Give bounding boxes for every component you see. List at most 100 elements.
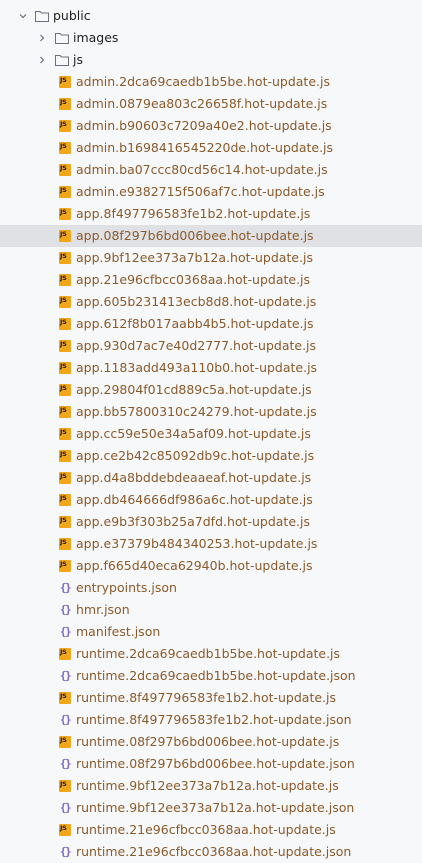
file-label: app.1183add493a110b0.hot-update.js (76, 360, 318, 375)
tree-file-row[interactable]: app.d4a8bddebdeaaeaf.hot-update.js (0, 467, 422, 489)
tree-file-row[interactable]: runtime.2dca69caedb1b5be.hot-update.js (0, 643, 422, 665)
tree-file-row[interactable]: admin.0879ea803c26658f.hot-update.js (0, 93, 422, 115)
file-label: admin.e9382715f506af7c.hot-update.js (76, 184, 325, 199)
file-label: runtime.9bf12ee373a7b12a.hot-update.json (76, 800, 355, 815)
tree-file-row[interactable]: app.930d7ac7e40d2777.hot-update.js (0, 335, 422, 357)
js-file-icon (57, 448, 73, 464)
project-tree: public images js admin.2dca69caedb1b5be.… (0, 5, 422, 863)
chevron-right-icon[interactable] (36, 27, 48, 49)
js-file-icon (57, 228, 73, 244)
file-label: runtime.2dca69caedb1b5be.hot-update.json (76, 668, 356, 683)
file-label: app.08f297b6bd006bee.hot-update.js (76, 228, 314, 243)
file-label: runtime.8f497796583fe1b2.hot-update.js (76, 690, 337, 705)
folder-label: images (73, 30, 119, 45)
json-file-icon: {} (59, 625, 72, 638)
chevron-down-icon[interactable] (17, 5, 29, 27)
tree-file-row[interactable]: app.cc59e50e34a5af09.hot-update.js (0, 423, 422, 445)
file-label: app.9bf12ee373a7b12a.hot-update.js (76, 250, 314, 265)
file-label: hmr.json (76, 602, 130, 617)
js-file-icon (57, 74, 73, 90)
tree-file-row[interactable]: admin.b1698416545220de.hot-update.js (0, 137, 422, 159)
js-file-icon (57, 96, 73, 112)
json-file-icon: {} (59, 669, 72, 682)
tree-file-row[interactable]: admin.b90603c7209a40e2.hot-update.js (0, 115, 422, 137)
tree-file-row[interactable]: app.e37379b484340253.hot-update.js (0, 533, 422, 555)
tree-file-row[interactable]: app.1183add493a110b0.hot-update.js (0, 357, 422, 379)
json-file-icon: {} (59, 713, 72, 726)
js-file-icon (57, 822, 73, 838)
file-label: app.612f8b017aabb4b5.hot-update.js (76, 316, 314, 331)
json-file-icon: {} (59, 581, 72, 594)
tree-file-row[interactable]: app.bb57800310c24279.hot-update.js (0, 401, 422, 423)
tree-file-row[interactable]: admin.e9382715f506af7c.hot-update.js (0, 181, 422, 203)
tree-file-row[interactable]: app.ce2b42c85092db9c.hot-update.js (0, 445, 422, 467)
json-file-icon: {} (59, 801, 72, 814)
js-file-icon (57, 426, 73, 442)
tree-file-row[interactable]: {} entrypoints.json (0, 577, 422, 599)
tree-file-row[interactable]: admin.2dca69caedb1b5be.hot-update.js (0, 71, 422, 93)
tree-file-row[interactable]: {} manifest.json (0, 621, 422, 643)
tree-file-row[interactable]: runtime.08f297b6bd006bee.hot-update.js (0, 731, 422, 753)
file-label: runtime.21e96cfbcc0368aa.hot-update.js (76, 822, 336, 837)
js-file-icon (57, 316, 73, 332)
js-file-icon (57, 360, 73, 376)
file-label: app.d4a8bddebdeaaeaf.hot-update.js (76, 470, 312, 485)
tree-file-row[interactable]: app.29804f01cd889c5a.hot-update.js (0, 379, 422, 401)
tree-file-row[interactable]: {} hmr.json (0, 599, 422, 621)
tree-folder-public[interactable]: public (0, 5, 422, 27)
file-label: runtime.08f297b6bd006bee.hot-update.json (76, 756, 355, 771)
file-label: app.21e96cfbcc0368aa.hot-update.js (76, 272, 311, 287)
js-file-icon (57, 470, 73, 486)
file-label: runtime.9bf12ee373a7b12a.hot-update.js (76, 778, 339, 793)
tree-file-row[interactable]: runtime.8f497796583fe1b2.hot-update.js (0, 687, 422, 709)
file-list: admin.2dca69caedb1b5be.hot-update.js admi… (0, 71, 422, 863)
tree-file-row[interactable]: app.612f8b017aabb4b5.hot-update.js (0, 313, 422, 335)
tree-file-row[interactable]: admin.ba07ccc80cd56c14.hot-update.js (0, 159, 422, 181)
js-file-icon (57, 734, 73, 750)
file-label: admin.b90603c7209a40e2.hot-update.js (76, 118, 332, 133)
json-file-icon: {} (59, 757, 72, 770)
js-file-icon (57, 778, 73, 794)
js-file-icon (57, 184, 73, 200)
file-label: app.db464666df986a6c.hot-update.js (76, 492, 313, 507)
tree-file-row[interactable]: app.8f497796583fe1b2.hot-update.js (0, 203, 422, 225)
tree-file-row[interactable]: app.db464666df986a6c.hot-update.js (0, 489, 422, 511)
chevron-right-icon[interactable] (36, 49, 48, 71)
tree-file-row[interactable]: app.9bf12ee373a7b12a.hot-update.js (0, 247, 422, 269)
tree-file-row[interactable]: app.605b231413ecb8d8.hot-update.js (0, 291, 422, 313)
file-label: app.e9b3f303b25a7dfd.hot-update.js (76, 514, 310, 529)
tree-file-row[interactable]: app.f665d40eca62940b.hot-update.js (0, 555, 422, 577)
file-label: admin.ba07ccc80cd56c14.hot-update.js (76, 162, 328, 177)
tree-file-row[interactable]: {} runtime.08f297b6bd006bee.hot-update.js… (0, 753, 422, 775)
file-label: app.ce2b42c85092db9c.hot-update.js (76, 448, 315, 463)
js-file-icon (57, 272, 73, 288)
folder-icon (54, 52, 70, 68)
file-label: app.e37379b484340253.hot-update.js (76, 536, 318, 551)
js-file-icon (57, 162, 73, 178)
json-file-icon: {} (59, 603, 72, 616)
tree-file-row[interactable]: app.e9b3f303b25a7dfd.hot-update.js (0, 511, 422, 533)
js-file-icon (57, 118, 73, 134)
js-file-icon (57, 250, 73, 266)
file-label: app.29804f01cd889c5a.hot-update.js (76, 382, 312, 397)
tree-file-row[interactable]: app.08f297b6bd006bee.hot-update.js (0, 225, 422, 247)
tree-file-row[interactable]: {} runtime.8f497796583fe1b2.hot-update.js… (0, 709, 422, 731)
folder-icon (54, 30, 70, 46)
js-file-icon (57, 492, 73, 508)
js-file-icon (57, 536, 73, 552)
js-file-icon (57, 404, 73, 420)
file-label: app.930d7ac7e40d2777.hot-update.js (76, 338, 317, 353)
json-file-icon: {} (59, 845, 72, 858)
tree-file-row[interactable]: {} runtime.2dca69caedb1b5be.hot-update.js… (0, 665, 422, 687)
tree-file-row[interactable]: runtime.21e96cfbcc0368aa.hot-update.js (0, 819, 422, 841)
tree-file-row[interactable]: app.21e96cfbcc0368aa.hot-update.js (0, 269, 422, 291)
folder-label: js (73, 52, 83, 67)
js-file-icon (57, 558, 73, 574)
file-label: admin.b1698416545220de.hot-update.js (76, 140, 334, 155)
tree-file-row[interactable]: runtime.9bf12ee373a7b12a.hot-update.js (0, 775, 422, 797)
tree-file-row[interactable]: {} runtime.9bf12ee373a7b12a.hot-update.js… (0, 797, 422, 819)
js-file-icon (57, 338, 73, 354)
tree-folder-images[interactable]: images (0, 27, 422, 49)
tree-folder-js[interactable]: js (0, 49, 422, 71)
js-file-icon (57, 140, 73, 156)
